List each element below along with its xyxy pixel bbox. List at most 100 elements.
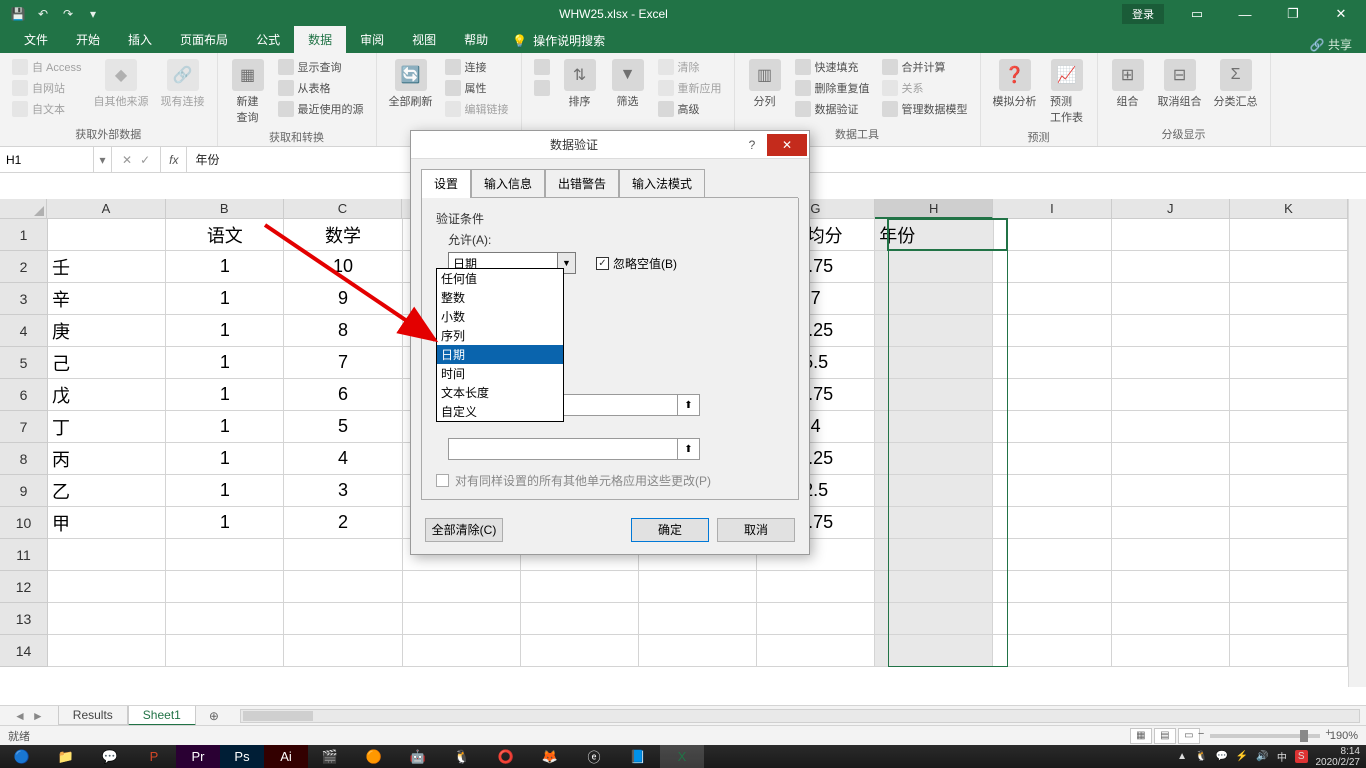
tab-home[interactable]: 开始 [62,26,114,53]
cell[interactable] [1112,315,1230,347]
cell[interactable] [1230,315,1348,347]
close-icon[interactable]: ✕ [1318,0,1364,28]
properties-button[interactable]: 属性 [441,78,513,98]
cell[interactable] [875,251,993,283]
cell[interactable] [1230,251,1348,283]
cell[interactable] [1230,443,1348,475]
cell[interactable] [875,635,993,667]
cell[interactable]: 1 [166,251,284,283]
cell[interactable] [48,219,166,251]
remove-dup-button[interactable]: 删除重复值 [791,78,874,98]
tray-volume-icon[interactable]: 🔊 [1256,751,1268,762]
tab-layout[interactable]: 页面布局 [166,26,242,53]
range-picker-icon[interactable]: ⬆ [677,395,699,415]
cell[interactable]: 7 [284,347,402,379]
from-table-button[interactable]: 从表格 [274,78,368,98]
cell[interactable] [993,315,1111,347]
column-header[interactable]: A [47,199,165,219]
group-button[interactable]: ⊞组合 [1106,57,1150,111]
ok-button[interactable]: 确定 [631,518,709,542]
taskbar-app-icon[interactable]: 📘 [616,745,660,768]
cell[interactable] [1112,507,1230,539]
dialog-close-icon[interactable]: ✕ [767,134,807,156]
dropdown-option[interactable]: 小数 [437,307,563,326]
cell[interactable] [994,219,1112,251]
system-tray[interactable]: ▲ 🐧 💬 ⚡ 🔊 中 S 8:14 2020/2/27 [1177,746,1366,768]
cell[interactable] [757,571,875,603]
select-all-corner[interactable] [0,199,47,219]
tab-view[interactable]: 视图 [398,26,450,53]
fx-icon[interactable]: fx [161,147,187,172]
row-header[interactable]: 9 [0,475,48,507]
cell[interactable]: 1 [166,347,284,379]
cell[interactable]: 乙 [48,475,166,507]
cell[interactable] [639,635,757,667]
cell[interactable] [1230,475,1348,507]
filter-button[interactable]: ▼筛选 [606,57,650,111]
cell[interactable]: 庚 [48,315,166,347]
normal-view-icon[interactable]: ▦ [1130,728,1152,744]
tray-ime-icon[interactable]: S [1295,750,1308,763]
tray-icon[interactable]: ⚡ [1236,751,1248,762]
cell[interactable]: 语文 [166,219,284,251]
row-header[interactable]: 12 [0,571,48,603]
tray-up-icon[interactable]: ▲ [1177,751,1187,762]
cell[interactable] [993,411,1111,443]
cell[interactable] [1230,379,1348,411]
cell[interactable]: 4 [284,443,402,475]
cell[interactable] [639,571,757,603]
cell[interactable]: 9 [284,283,402,315]
taskbar-ie-icon[interactable]: ⓔ [572,745,616,768]
column-header[interactable]: C [284,199,402,219]
dropdown-option[interactable]: 时间 [437,364,563,383]
row-header[interactable]: 14 [0,635,48,667]
text-to-columns-button[interactable]: ▥分列 [743,57,787,111]
cell[interactable]: 1 [166,411,284,443]
maximize-icon[interactable]: ❐ [1270,0,1316,28]
cell[interactable] [166,539,284,571]
cell[interactable]: 甲 [48,507,166,539]
dropdown-option[interactable]: 文本长度 [437,383,563,402]
row-header[interactable]: 5 [0,347,48,379]
cell[interactable] [1112,443,1230,475]
reapply-button[interactable]: 重新应用 [654,78,726,98]
cell[interactable] [993,507,1111,539]
name-box[interactable]: H1 [0,147,94,172]
taskbar-powerpoint-icon[interactable]: P [132,745,176,768]
cell[interactable] [875,539,993,571]
sort-asc-button[interactable] [530,57,554,77]
cell[interactable] [1112,539,1230,571]
cell[interactable]: 6 [284,379,402,411]
cell[interactable]: 1 [166,443,284,475]
taskbar-app-icon[interactable]: 🤖 [396,745,440,768]
cell[interactable] [757,603,875,635]
vertical-scrollbar[interactable] [1348,199,1366,687]
column-header[interactable]: K [1230,199,1348,219]
taskbar-premiere-icon[interactable]: Pr [176,745,220,768]
cell[interactable] [757,635,875,667]
cell[interactable] [875,571,993,603]
cell[interactable] [1112,411,1230,443]
zoom-slider[interactable] [1210,734,1320,738]
cell[interactable] [284,539,402,571]
column-header[interactable]: B [166,199,284,219]
refresh-all-button[interactable]: 🔄全部刷新 [385,57,437,111]
dropdown-option[interactable]: 自定义 [437,402,563,421]
cell[interactable]: 3 [284,475,402,507]
cell[interactable]: 1 [166,283,284,315]
advanced-filter-button[interactable]: 高级 [654,99,726,119]
name-box-dropdown-icon[interactable]: ▾ [94,147,112,172]
save-icon[interactable]: 💾 [6,3,30,25]
cell[interactable] [875,411,993,443]
taskbar-excel-icon[interactable]: X [660,745,704,768]
page-layout-view-icon[interactable]: ▤ [1154,728,1176,744]
row-header[interactable]: 2 [0,251,48,283]
cell[interactable] [1112,251,1230,283]
range-input[interactable]: ⬆ [448,438,700,460]
range-picker-icon[interactable]: ⬆ [677,439,699,459]
data-validation-button[interactable]: 数据验证 [791,99,874,119]
cell[interactable] [993,603,1111,635]
page-break-view-icon[interactable]: ▭ [1178,728,1200,744]
new-query-button[interactable]: ▦新建 查询 [226,57,270,127]
row-header[interactable]: 11 [0,539,48,571]
